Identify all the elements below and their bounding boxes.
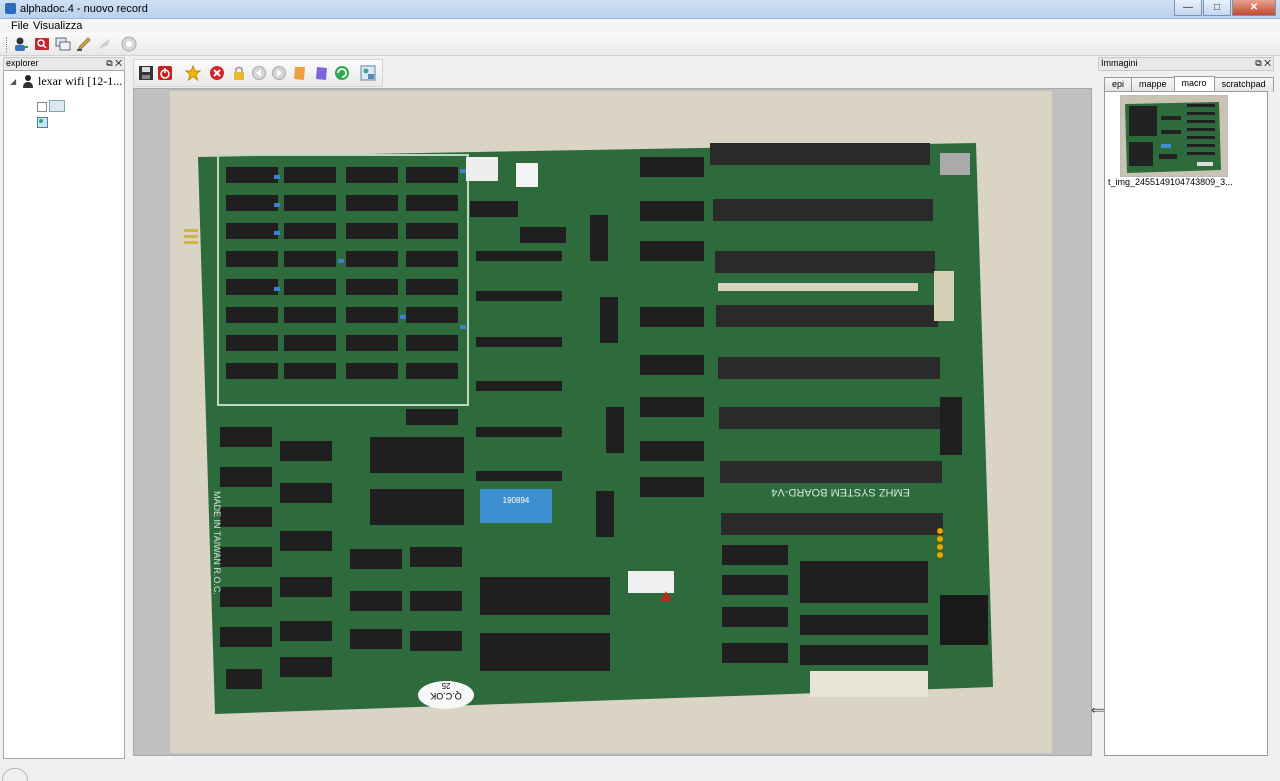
- explorer-title: explorer: [6, 58, 39, 68]
- eprom-label: 190894: [503, 496, 530, 505]
- menu-visualizza[interactable]: Visualizza: [33, 20, 82, 32]
- image-thumbnail[interactable]: [1120, 95, 1228, 177]
- window-title: alphadoc.4 - nuovo record: [20, 3, 148, 15]
- explorer-panel: explorer ⧉ ✕ ◢ lexar wifi [12-1...: [3, 57, 125, 759]
- note-orange-icon[interactable]: [292, 65, 308, 81]
- expand-arrow-icon[interactable]: ◢: [10, 77, 16, 86]
- status-indicator-icon: [2, 768, 28, 781]
- explorer-tree: ◢ lexar wifi [12-1...: [3, 70, 125, 759]
- eprom-chip: [480, 489, 552, 523]
- motherboard-image: 190894 EMHZ SYSTEM BOARD-V4 MADE IN TAIW…: [184, 143, 993, 714]
- images-header-buttons: ⧉ ✕: [1255, 58, 1271, 69]
- edit-pen-icon[interactable]: [76, 36, 92, 52]
- power-connector: [810, 671, 928, 697]
- status-bar: [0, 760, 1280, 781]
- forward-icon[interactable]: [271, 65, 287, 81]
- made-in-label: MADE IN TAIWAN R.O.C.: [212, 491, 222, 595]
- images-header: Immagini ⧉ ✕: [1098, 57, 1274, 71]
- help-icon[interactable]: [121, 36, 137, 52]
- slot-contacts: [718, 283, 918, 291]
- qc-sticker-label: Q.C.OK: [430, 691, 462, 701]
- close-button[interactable]: ✕: [1232, 0, 1276, 16]
- user-icon: [23, 75, 33, 88]
- power-icon[interactable]: [157, 65, 173, 81]
- image-icon[interactable]: [37, 117, 48, 128]
- save-icon[interactable]: [138, 65, 154, 81]
- search-record-icon[interactable]: [34, 36, 50, 52]
- back-icon[interactable]: [251, 65, 267, 81]
- title-bar: alphadoc.4 - nuovo record — □ ✕: [0, 0, 1280, 19]
- star-icon[interactable]: [185, 65, 201, 81]
- crystal-oscillator: [934, 271, 954, 321]
- float-icon[interactable]: ⧉: [1255, 58, 1261, 68]
- window-controls: — □ ✕: [1173, 0, 1276, 17]
- tab-mappe[interactable]: mappe: [1131, 77, 1175, 92]
- user-add-icon[interactable]: [13, 36, 29, 52]
- minimize-button[interactable]: —: [1174, 0, 1202, 16]
- qc-sticker-number: 25: [441, 681, 450, 690]
- tab-scratchpad[interactable]: scratchpad: [1213, 77, 1274, 92]
- menu-file[interactable]: File: [11, 20, 29, 32]
- float-icon[interactable]: ⧉: [106, 58, 112, 68]
- dip-switch-top: [466, 157, 498, 181]
- image-settings-icon[interactable]: [360, 65, 376, 81]
- pin-header: [184, 229, 198, 244]
- lock-icon[interactable]: [231, 65, 247, 81]
- dip-switch: [628, 571, 674, 593]
- keyboard-connector: [940, 595, 988, 645]
- board-silk-label: EMHZ SYSTEM BOARD-V4: [771, 486, 910, 498]
- note-purple-icon[interactable]: [314, 65, 330, 81]
- close-icon[interactable]: ✕: [115, 58, 122, 68]
- tab-epi[interactable]: epi: [1104, 77, 1133, 92]
- images-title: Immagini: [1101, 58, 1138, 68]
- explorer-header: explorer ⧉ ✕: [3, 57, 125, 71]
- maximize-button[interactable]: □: [1203, 0, 1231, 16]
- disabled-tool-icon[interactable]: [97, 36, 113, 52]
- document-area: 190894 EMHZ SYSTEM BOARD-V4 MADE IN TAIW…: [133, 57, 1092, 757]
- images-list: t_img_2455149104743809_3...: [1104, 91, 1268, 756]
- white-label: [516, 163, 538, 187]
- tree-root-label[interactable]: lexar wifi [12-1...: [38, 74, 122, 89]
- images-tabs: epi mappe macro scratchpad: [1104, 76, 1274, 92]
- images-panel: Immagini ⧉ ✕ epi mappe macro scratchpad: [1098, 57, 1274, 757]
- toolbar-grip: [6, 37, 10, 53]
- thumbnail-image: [1125, 102, 1221, 173]
- windows-icon[interactable]: [55, 36, 71, 52]
- crystal-top: [940, 153, 970, 175]
- record-icon[interactable]: [49, 100, 65, 112]
- document-toolbar: [133, 59, 383, 87]
- close-icon[interactable]: ✕: [1264, 58, 1271, 68]
- tab-macro[interactable]: macro: [1173, 76, 1215, 92]
- app-icon: [5, 3, 16, 14]
- board-photo[interactable]: 190894 EMHZ SYSTEM BOARD-V4 MADE IN TAIW…: [170, 91, 1052, 753]
- image-viewer[interactable]: 190894 EMHZ SYSTEM BOARD-V4 MADE IN TAIW…: [133, 88, 1092, 756]
- refresh-green-icon[interactable]: [334, 65, 350, 81]
- tree-item-checkbox[interactable]: [37, 102, 47, 112]
- delete-icon[interactable]: [209, 65, 225, 81]
- main-toolbar: [0, 33, 1280, 56]
- explorer-header-buttons: ⧉ ✕: [106, 58, 122, 69]
- thumbnail-label[interactable]: t_img_2455149104743809_3...: [1108, 177, 1233, 187]
- menu-bar: File Visualizza: [0, 19, 1280, 33]
